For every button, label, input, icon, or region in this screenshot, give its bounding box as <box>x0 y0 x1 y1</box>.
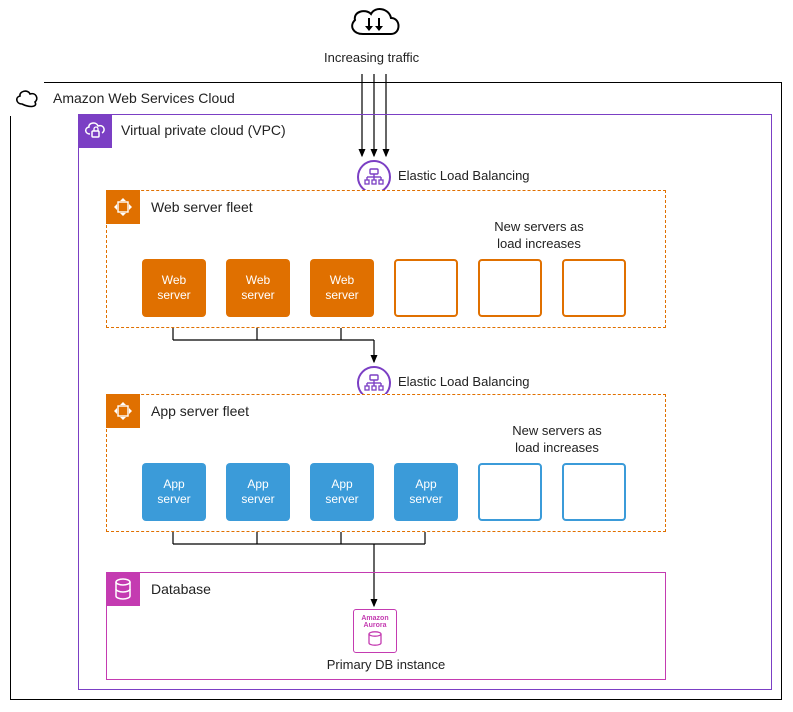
app-server: App server <box>310 463 374 521</box>
app-fleet-note: New servers as load increases <box>467 423 647 457</box>
web-server-placeholder <box>394 259 458 317</box>
cloud-traffic-icon <box>345 4 405 46</box>
vpc-title: Virtual private cloud (VPC) <box>121 122 286 138</box>
app-server-placeholder <box>478 463 542 521</box>
server-label: Web server <box>241 273 274 303</box>
aws-cloud-icon <box>10 82 44 116</box>
web-server: Web server <box>142 259 206 317</box>
autoscaling-icon <box>106 190 140 224</box>
app-fleet-container: App server fleet New servers as load inc… <box>106 394 666 532</box>
app-fleet-title: App server fleet <box>151 403 249 419</box>
web-fleet-container: Web server fleet New servers as load inc… <box>106 190 666 328</box>
server-label: App server <box>157 477 190 507</box>
app-server: App server <box>394 463 458 521</box>
primary-db-label: Primary DB instance <box>107 657 665 672</box>
database-icon <box>106 572 140 606</box>
app-server: App server <box>226 463 290 521</box>
web-server: Web server <box>310 259 374 317</box>
server-label: App server <box>241 477 274 507</box>
web-fleet-title: Web server fleet <box>151 199 253 215</box>
aurora-instance: Amazon Aurora <box>353 609 397 653</box>
web-server: Web server <box>226 259 290 317</box>
web-server-placeholder <box>478 259 542 317</box>
elb2-label: Elastic Load Balancing <box>398 374 530 389</box>
aws-cloud-title: Amazon Web Services Cloud <box>53 90 235 106</box>
app-server-placeholder <box>562 463 626 521</box>
elb1-label: Elastic Load Balancing <box>398 168 530 183</box>
web-server-placeholder <box>562 259 626 317</box>
aurora-label: Amazon Aurora <box>361 615 388 629</box>
elb1-icon <box>357 160 391 194</box>
database-title: Database <box>151 581 211 597</box>
web-fleet-note: New servers as load increases <box>449 219 629 253</box>
database-container: Database Amazon Aurora Primary DB instan… <box>106 572 666 680</box>
vpc-icon <box>78 114 112 148</box>
server-label: Web server <box>325 273 358 303</box>
app-server: App server <box>142 463 206 521</box>
server-label: App server <box>409 477 442 507</box>
server-label: App server <box>325 477 358 507</box>
traffic-label: Increasing traffic <box>324 50 419 65</box>
server-label: Web server <box>157 273 190 303</box>
autoscaling-icon <box>106 394 140 428</box>
